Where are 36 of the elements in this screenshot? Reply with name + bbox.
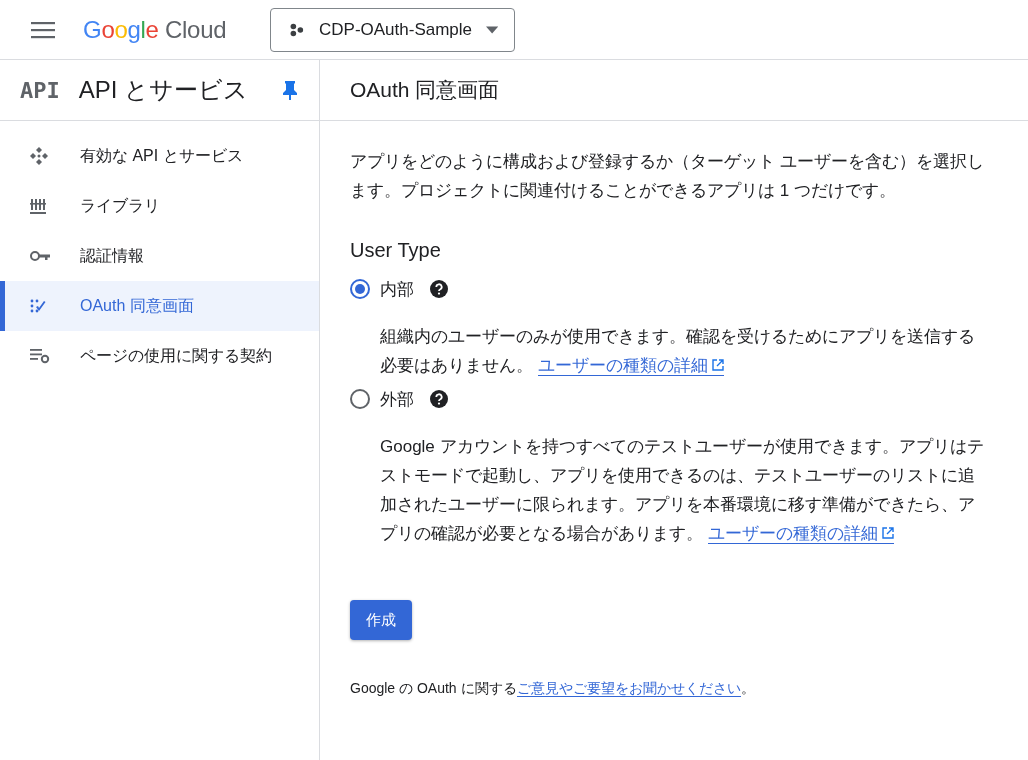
option-label[interactable]: 外部 <box>380 387 414 411</box>
learn-more-link[interactable]: ユーザーの種類の詳細 <box>537 356 724 376</box>
sidebar-item[interactable]: ライブラリ <box>0 181 319 231</box>
sidebar-item[interactable]: 有効な API とサービス <box>0 131 319 181</box>
option-label[interactable]: 内部 <box>380 277 414 301</box>
sidebar-item[interactable]: 認証情報 <box>0 231 319 281</box>
dots-check-icon <box>30 299 46 313</box>
radio-button[interactable] <box>350 279 370 299</box>
external-link-icon <box>881 527 894 539</box>
dropdown-caret-icon <box>486 25 499 34</box>
feedback-text: Google の OAuth に関する ご意見やご要望をお聞かせください。 <box>350 680 756 698</box>
section-title: User Type <box>350 239 442 262</box>
project-icon <box>289 21 305 38</box>
diamond-dots-icon <box>30 147 48 165</box>
external-link-icon <box>711 359 724 371</box>
menu-icon[interactable] <box>31 20 55 39</box>
google-cloud-logo[interactable]: Google Cloud <box>83 15 227 44</box>
key-icon <box>30 251 50 261</box>
create-button[interactable]: 作成 <box>350 600 412 640</box>
option-description: Google アカウントを持つすべてのテストユーザーが使用できます。アプリはテストモードで起動し、アプリを使用できるのは、テストユーザーのリストに追加されたユーザーに限られます。アプリを本番環境に移す準備ができたら、アプリの確認が必要となる場合があります。 ユーザーの種類の詳細 <box>380 436 985 546</box>
api-label: API <box>20 77 60 103</box>
radio-button[interactable] <box>350 389 370 409</box>
project-selector[interactable]: CDP-OAuth-Sample <box>270 7 516 52</box>
page-title: OAuth 同意画面 <box>350 77 500 103</box>
sidebar-title: API とサービス <box>78 75 249 105</box>
sidebar-item[interactable]: OAuth 同意画面 <box>0 281 319 331</box>
sidebar-item[interactable]: ページの使用に関する契約 <box>0 331 319 381</box>
option-description: 組織内のユーザーのみが使用できます。確認を受けるためにアプリを送信する必要はありません。 ユーザーの種類の詳細 <box>380 326 976 378</box>
help-icon[interactable] <box>430 390 448 408</box>
list-settings-icon <box>30 348 50 364</box>
pin-icon[interactable] <box>283 80 297 100</box>
feedback-link[interactable]: ご意見やご要望をお聞かせください <box>516 680 741 697</box>
learn-more-link[interactable]: ユーザーの種類の詳細 <box>707 524 894 544</box>
library-icon <box>30 198 46 214</box>
help-icon[interactable] <box>430 280 448 298</box>
intro-text: アプリをどのように構成および登録するか（ターゲット ユーザーを含む）を選択します。プロジェクトに関連付けることができるアプリは 1 つだけです。 <box>350 151 985 202</box>
